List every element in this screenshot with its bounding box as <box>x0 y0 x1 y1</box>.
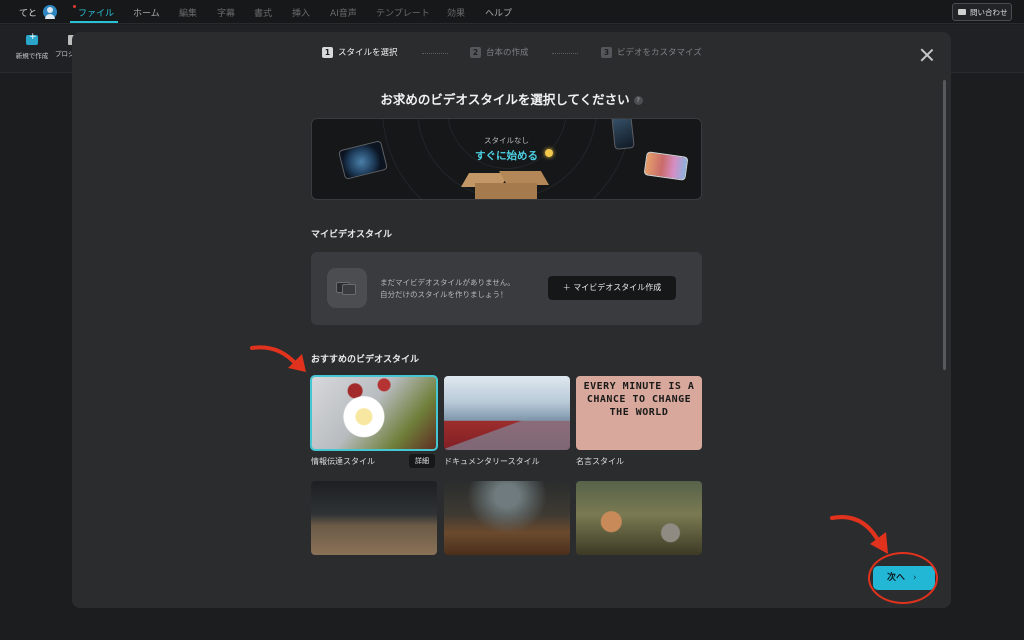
menu-effects[interactable]: 効果 <box>447 6 465 19</box>
annotation-highlight-circle <box>868 552 938 604</box>
style-card-quote[interactable]: EVERY MINUTE IS A CHANCE TO CHANGE THE W… <box>576 376 702 450</box>
step-separator <box>422 53 448 54</box>
avatar-icon[interactable] <box>43 5 57 19</box>
menu-home[interactable]: ホーム <box>133 6 160 19</box>
create-my-style-button[interactable]: ＋ マイビデオスタイル作成 <box>548 276 676 300</box>
active-menu-underline <box>70 21 118 23</box>
contact-label: 問い合わせ <box>970 8 1008 17</box>
menu-bar: てと ファイル ホーム 編集 字幕 書式 挿入 AI音声 テンプレート 効果 ヘ… <box>0 0 1024 24</box>
step-label: ビデオをカスタマイズ <box>617 48 702 58</box>
start-now-label: すぐに始める <box>475 150 538 162</box>
style-caption: 情報伝達スタイル <box>311 457 375 466</box>
menu-insert[interactable]: 挿入 <box>292 6 310 19</box>
style-card-forest[interactable] <box>444 481 570 555</box>
step-select-style: 1 スタイルを選択 <box>322 46 398 58</box>
style-caption: 名言スタイル <box>576 457 624 466</box>
close-icon[interactable] <box>920 48 934 62</box>
step-customize: 3 ビデオをカスタマイズ <box>601 46 702 58</box>
style-placeholder-icon <box>327 268 367 308</box>
wizard-title-text: お求めのビデオスタイルを選択してください <box>380 92 630 107</box>
empty-message-line: まだマイビデオスタイルがありません。 <box>380 278 515 287</box>
step-separator <box>552 53 578 54</box>
step-number: 1 <box>322 46 333 58</box>
my-styles-empty-card: まだマイビデオスタイルがありません。 自分だけのスタイルを作りましょう！ ＋ マ… <box>311 252 702 325</box>
menu-template[interactable]: テンプレート <box>376 6 430 19</box>
style-wizard-modal: 1 スタイルを選択 2 台本の作成 3 ビデオをカスタマイズ お求めのビデオスタ… <box>72 32 951 608</box>
style-card-storybook[interactable] <box>576 481 702 555</box>
my-styles-heading: マイビデオスタイル <box>311 230 393 240</box>
empty-message: まだマイビデオスタイルがありません。 自分だけのスタイルを作りましょう！ <box>380 277 515 301</box>
new-project-button[interactable]: 新規で作成 <box>13 32 51 60</box>
no-style-label: スタイルなし <box>484 136 529 145</box>
annotation-arrow-icon <box>250 345 306 372</box>
style-card-laptop[interactable] <box>311 481 437 555</box>
annotation-arrow-icon <box>830 515 888 554</box>
details-button[interactable]: 詳細 <box>409 454 435 468</box>
menu-edit[interactable]: 編集 <box>179 6 197 19</box>
no-style-start-card[interactable]: スタイルなし すぐに始める <box>311 118 702 200</box>
step-number: 3 <box>601 46 612 58</box>
recommended-heading: おすすめのビデオスタイル <box>311 355 420 365</box>
menu-ai-voice[interactable]: AI音声 <box>330 6 357 19</box>
new-project-label: 新規で作成 <box>15 52 49 60</box>
user-name: てと <box>19 9 38 19</box>
lightbulb-icon <box>545 149 553 157</box>
notification-dot <box>73 5 76 8</box>
style-caption: ドキュメンタリースタイル <box>444 457 540 466</box>
wizard-title: お求めのビデオスタイルを選択してください? <box>72 89 951 108</box>
style-card-informative[interactable] <box>310 375 438 451</box>
menu-file[interactable]: ファイル <box>78 6 114 19</box>
help-icon[interactable]: ? <box>633 96 643 105</box>
empty-message-line: 自分だけのスタイルを作りましょう！ <box>380 290 508 299</box>
quote-image-text: EVERY MINUTE IS A CHANCE TO CHANGE THE W… <box>583 381 695 418</box>
menu-format[interactable]: 書式 <box>254 6 272 19</box>
wizard-steps: 1 スタイルを選択 2 台本の作成 3 ビデオをカスタマイズ <box>72 46 951 62</box>
menu-subtitles[interactable]: 字幕 <box>217 6 235 19</box>
step-script: 2 台本の作成 <box>470 46 529 58</box>
contact-button[interactable]: 問い合わせ <box>952 3 1012 21</box>
step-label: 台本の作成 <box>486 48 529 58</box>
step-number: 2 <box>470 46 481 58</box>
mail-icon <box>958 9 966 15</box>
open-box-icon <box>460 169 550 199</box>
modal-scrollbar[interactable] <box>943 80 946 370</box>
menu-help[interactable]: ヘルプ <box>485 6 512 19</box>
new-project-icon <box>26 32 38 45</box>
style-card-documentary[interactable] <box>444 376 570 450</box>
step-label: スタイルを選択 <box>338 48 398 58</box>
